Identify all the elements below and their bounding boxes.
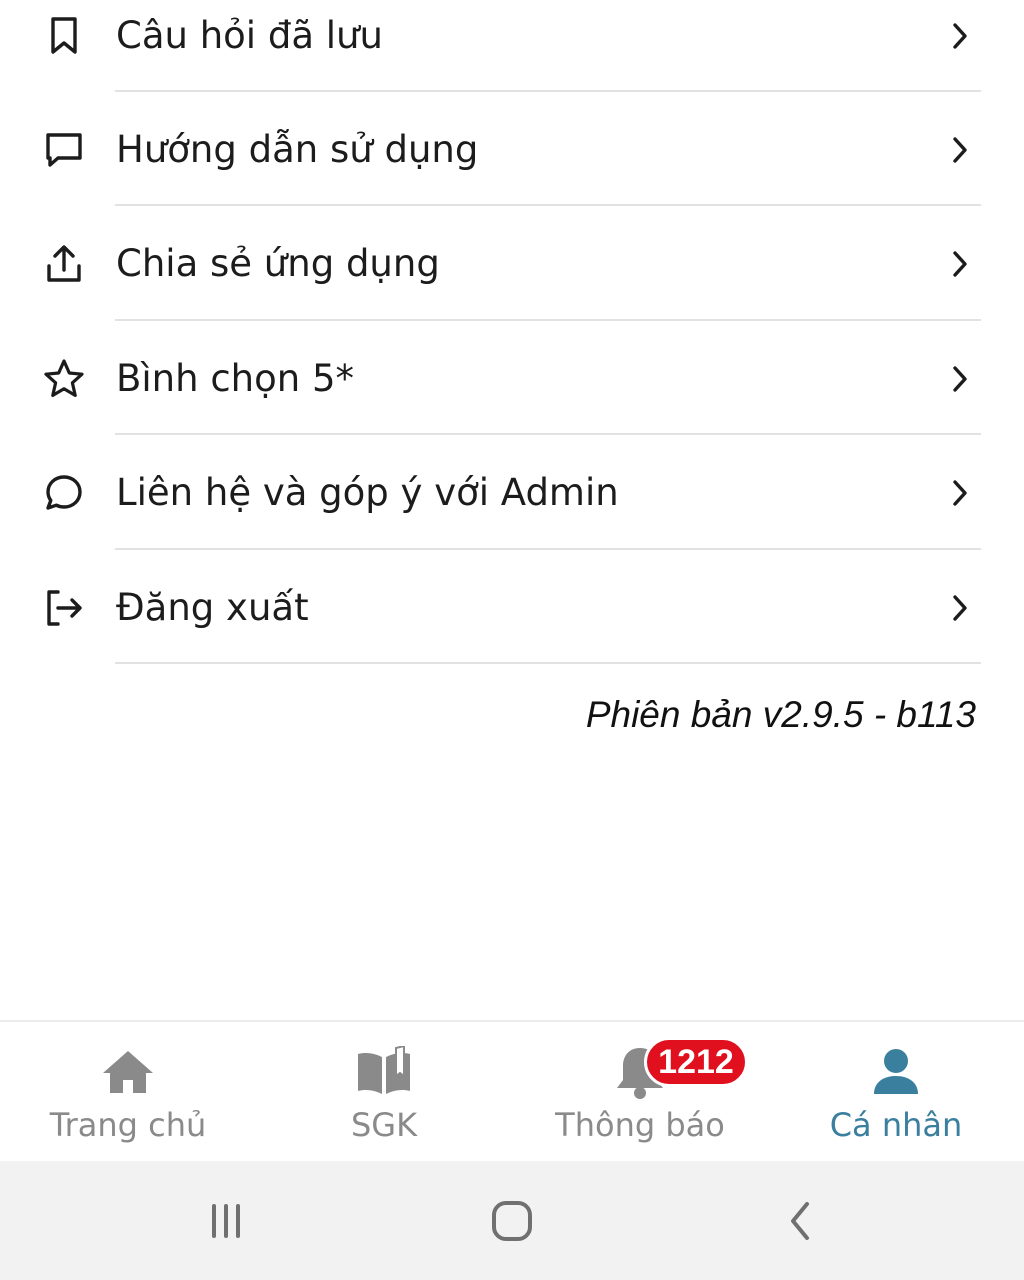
home-circle-icon[interactable]: [482, 1191, 542, 1251]
user-icon: [768, 1044, 1024, 1100]
menu-item-user-guide[interactable]: Hướng dẫn sử dụng: [0, 92, 1024, 207]
nav-textbook[interactable]: SGK: [256, 1022, 512, 1163]
menu-divider: [115, 661, 981, 664]
menu-item-share-app[interactable]: Chia sẻ ứng dụng: [0, 206, 1024, 321]
chevron-right-icon: [944, 14, 976, 58]
nav-label: SGK: [350, 1106, 418, 1144]
menu-item-contact-admin[interactable]: Liên hệ và góp ý với Admin: [0, 435, 1024, 550]
logout-icon: [42, 586, 86, 630]
chevron-right-icon: [944, 586, 976, 630]
chevron-right-icon: [944, 471, 976, 515]
profile-screen: Câu hỏi đã lưu Hướng dẫn sử dụng Chia sẻ…: [0, 0, 1024, 1280]
nav-profile[interactable]: Cá nhân: [768, 1022, 1024, 1163]
menu-item-saved-questions[interactable]: Câu hỏi đã lưu: [0, 0, 1024, 92]
bookmark-icon: [42, 14, 86, 58]
home-icon: [0, 1044, 256, 1100]
chevron-right-icon: [944, 128, 976, 172]
nav-label: Trang chủ: [49, 1106, 207, 1144]
menu-item-rate-app[interactable]: Bình chọn 5*: [0, 321, 1024, 436]
chevron-right-icon: [944, 242, 976, 286]
back-icon[interactable]: [770, 1191, 830, 1251]
system-nav-bar: [0, 1161, 1024, 1280]
share-upload-icon: [42, 242, 86, 286]
profile-menu: Câu hỏi đã lưu Hướng dẫn sử dụng Chia sẻ…: [0, 0, 1024, 664]
recent-apps-icon[interactable]: [196, 1191, 256, 1251]
menu-item-label: Câu hỏi đã lưu: [116, 14, 383, 57]
chat-square-icon: [42, 128, 86, 172]
app-version: Phiên bản v2.9.5 - b113: [585, 694, 976, 735]
star-icon: [42, 357, 86, 401]
menu-item-logout[interactable]: Đăng xuất: [0, 550, 1024, 664]
chat-round-icon: [42, 471, 86, 515]
nav-label: Thông báo: [555, 1106, 725, 1144]
nav-label: Cá nhân: [829, 1106, 963, 1144]
menu-item-label: Bình chọn 5*: [116, 356, 355, 400]
nav-home[interactable]: Trang chủ: [0, 1022, 256, 1163]
chevron-right-icon: [944, 357, 976, 401]
notification-badge: 1212: [644, 1037, 748, 1087]
menu-item-label: Liên hệ và góp ý với Admin: [116, 471, 619, 515]
bottom-nav: Trang chủ SGK Thông báo Cá nhân: [0, 1020, 1024, 1161]
book-icon: [256, 1044, 512, 1100]
menu-item-label: Chia sẻ ứng dụng: [116, 242, 440, 286]
menu-item-label: Đăng xuất: [116, 585, 309, 629]
menu-item-label: Hướng dẫn sử dụng: [116, 128, 479, 171]
